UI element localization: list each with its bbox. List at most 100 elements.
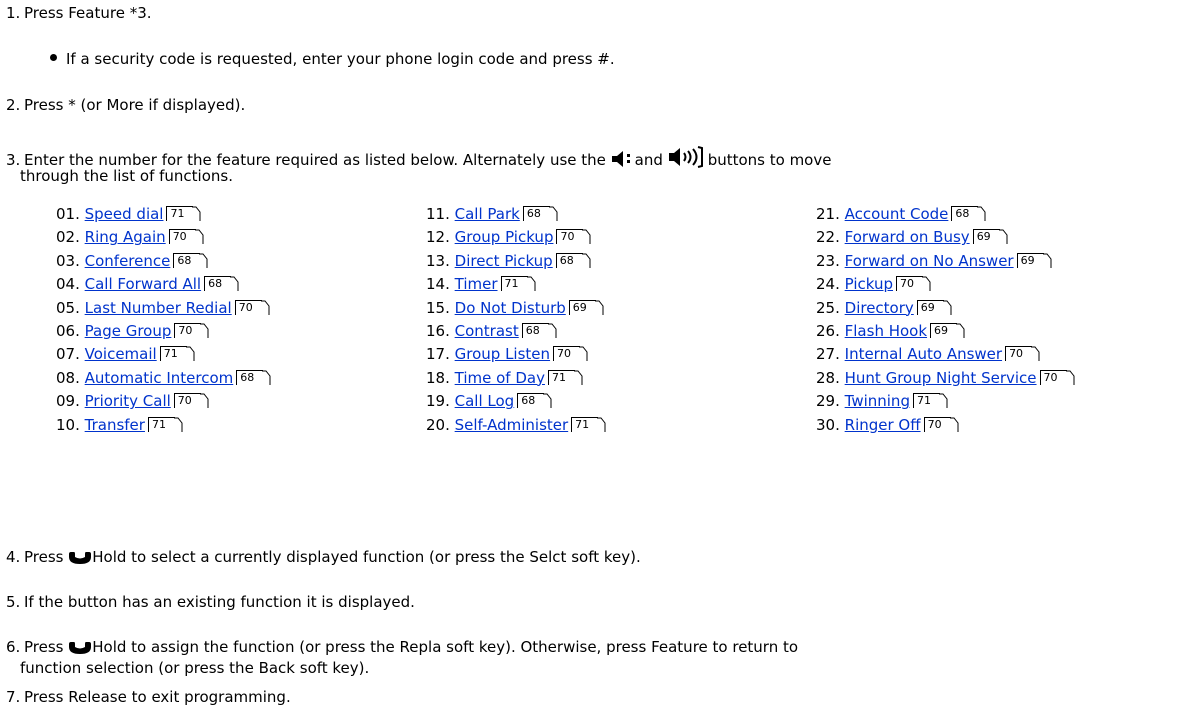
page-reference-icon[interactable]: 68	[951, 206, 986, 221]
page-reference-icon[interactable]: 71	[547, 369, 583, 385]
page-reference-icon[interactable]: 68	[517, 393, 552, 409]
step-number: 7.	[6, 688, 21, 706]
feature-link[interactable]: Ring Again	[85, 228, 166, 246]
page-number: 69	[934, 324, 949, 337]
feature-link[interactable]: Directory	[845, 299, 914, 317]
page-number: 71	[504, 277, 519, 291]
page-reference-icon[interactable]: 70	[168, 229, 204, 245]
feature-link[interactable]: Do Not Disturb	[455, 299, 566, 317]
page-reference-icon[interactable]: 71	[571, 416, 606, 432]
feature-list-item: 01. Speed dial 71	[56, 203, 201, 225]
feature-link[interactable]: Hunt Group Night Service	[845, 369, 1037, 387]
step-text: Press Release to exit programming.	[24, 688, 291, 706]
feature-link[interactable]: Flash Hook	[845, 322, 927, 340]
page-reference-icon[interactable]: 71	[159, 346, 195, 362]
feature-link[interactable]: Transfer	[85, 416, 145, 434]
feature-link[interactable]: Call Log	[455, 392, 515, 410]
feature-link[interactable]: Account Code	[845, 205, 949, 223]
page-number: 71	[575, 417, 590, 431]
feature-link[interactable]: Internal Auto Answer	[845, 345, 1002, 363]
page-number: 70	[927, 417, 942, 431]
page-reference-icon[interactable]: 71	[500, 276, 536, 292]
feature-list-item: 23. Forward on No Answer 69	[816, 250, 1052, 272]
feature-list-item: 27. Internal Auto Answer 70	[816, 343, 1040, 365]
feature-link[interactable]: Group Listen	[455, 345, 550, 363]
page-reference-icon[interactable]: 69	[568, 299, 604, 315]
feature-link[interactable]: Timer	[455, 275, 498, 293]
page-reference-icon[interactable]: 70	[1005, 346, 1040, 362]
feature-link[interactable]: Speed dial	[85, 205, 164, 223]
page-reference-icon[interactable]: 70	[553, 346, 588, 362]
feature-link[interactable]: Last Number Redial	[85, 299, 232, 317]
feature-list-item: 28. Hunt Group Night Service 70	[816, 367, 1075, 389]
feature-list-item: 18. Time of Day 71	[426, 367, 583, 389]
page-number: 68	[955, 207, 970, 220]
page-reference-icon[interactable]: 70	[173, 393, 209, 409]
page-reference-icon[interactable]: 70	[234, 299, 270, 315]
feature-link[interactable]: Pickup	[845, 275, 893, 293]
feature-link[interactable]: Ringer Off	[845, 416, 921, 434]
feature-link[interactable]: Priority Call	[85, 392, 171, 410]
feature-number: 27.	[816, 345, 840, 364]
page-reference-icon[interactable]: 71	[912, 393, 948, 409]
feature-number: 20.	[426, 415, 450, 434]
feature-number: 10.	[56, 415, 80, 434]
feature-list-item: 17. Group Listen 70	[426, 343, 588, 365]
feature-link[interactable]: Automatic Intercom	[85, 369, 234, 387]
page-number: 70	[238, 300, 253, 314]
page-reference-icon[interactable]: 68	[521, 323, 557, 338]
page-reference-icon[interactable]: 68	[522, 206, 558, 221]
feature-link[interactable]: Group Pickup	[455, 228, 554, 246]
feature-list-item: 12. Group Pickup 70	[426, 226, 591, 248]
feature-number: 01.	[56, 205, 80, 223]
feature-number: 30.	[816, 415, 840, 434]
page-number: 68	[521, 394, 536, 408]
page-reference-icon[interactable]: 69	[916, 299, 952, 315]
page-reference-icon[interactable]: 71	[147, 416, 183, 432]
page-number: 68	[525, 324, 540, 337]
feature-link[interactable]: Self-Administer	[455, 416, 569, 434]
page-reference-icon[interactable]: 70	[174, 323, 209, 338]
feature-number: 25.	[816, 298, 840, 317]
page-reference-icon[interactable]: 70	[1039, 369, 1075, 385]
page-reference-icon[interactable]: 68	[204, 276, 239, 292]
feature-list-item: 09. Priority Call 70	[56, 390, 209, 412]
feature-link[interactable]: Call Park	[455, 205, 520, 223]
feature-link[interactable]: Time of Day	[455, 369, 545, 387]
feature-number: 09.	[56, 392, 80, 411]
step-6: 6. Press Hold to assign the function (or …	[6, 638, 798, 659]
page-number: 68	[559, 253, 574, 267]
step-text: and	[634, 151, 663, 169]
feature-number: 07.	[56, 345, 80, 364]
page-number: 71	[163, 347, 178, 361]
page-reference-icon[interactable]: 69	[1016, 252, 1052, 268]
step-text: Hold to select a currently displayed fun…	[92, 548, 641, 566]
feature-number: 03.	[56, 251, 80, 270]
page-number: 70	[560, 230, 575, 244]
page-reference-icon[interactable]: 70	[896, 276, 931, 292]
feature-link[interactable]: Forward on No Answer	[845, 252, 1014, 270]
step-5: 5. If the button has an existing function…	[6, 593, 415, 611]
page-reference-icon[interactable]: 69	[972, 229, 1008, 245]
page-number: 69	[976, 230, 991, 244]
page-reference-icon[interactable]: 68	[555, 252, 591, 268]
feature-link[interactable]: Page Group	[85, 322, 172, 340]
feature-link[interactable]: Conference	[85, 252, 171, 270]
step-text: Press	[24, 638, 64, 656]
page-reference-icon[interactable]: 71	[166, 206, 201, 221]
feature-number: 14.	[426, 275, 450, 294]
page-reference-icon[interactable]: 70	[923, 416, 959, 432]
feature-link[interactable]: Contrast	[455, 322, 519, 340]
page-reference-icon[interactable]: 69	[930, 323, 965, 338]
feature-link[interactable]: Direct Pickup	[455, 252, 553, 270]
page-reference-icon[interactable]: 70	[556, 229, 591, 245]
step-number: 1.	[6, 4, 21, 22]
feature-link[interactable]: Call Forward All	[85, 275, 201, 293]
page-number: 71	[916, 394, 931, 408]
page-reference-icon[interactable]: 68	[173, 252, 208, 268]
feature-link[interactable]: Voicemail	[85, 345, 157, 363]
page-number: 70	[1009, 347, 1024, 361]
page-reference-icon[interactable]: 68	[236, 369, 271, 385]
feature-link[interactable]: Twinning	[845, 392, 910, 410]
feature-link[interactable]: Forward on Busy	[845, 228, 970, 246]
